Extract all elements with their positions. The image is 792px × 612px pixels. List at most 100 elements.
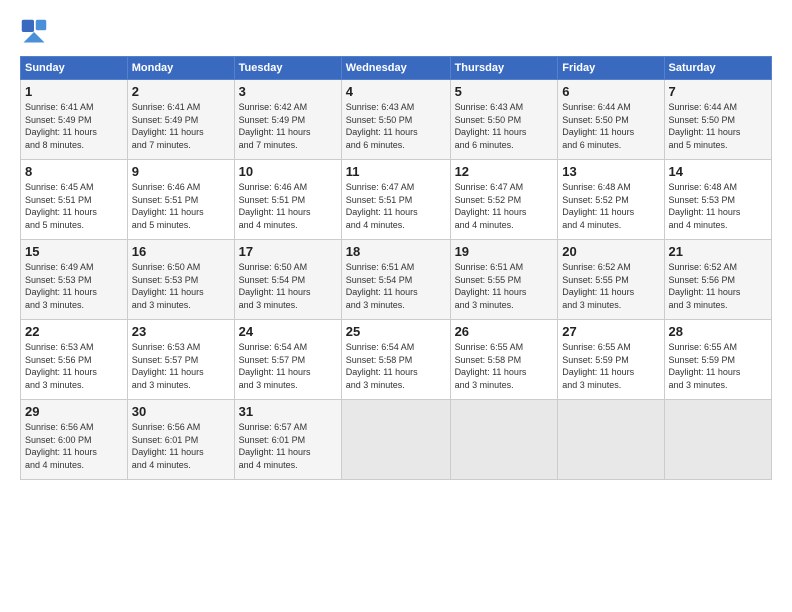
day-info: Sunrise: 6:56 AM Sunset: 6:01 PM Dayligh… [132, 421, 230, 471]
week-row-3: 15 Sunrise: 6:49 AM Sunset: 5:53 PM Dayli… [21, 240, 772, 320]
day-number: 2 [132, 84, 230, 99]
day-info: Sunrise: 6:55 AM Sunset: 5:59 PM Dayligh… [669, 341, 767, 391]
day-number: 14 [669, 164, 767, 179]
weekday-sunday: Sunday [21, 57, 128, 80]
calendar-table: SundayMondayTuesdayWednesdayThursdayFrid… [20, 56, 772, 480]
day-info: Sunrise: 6:52 AM Sunset: 5:56 PM Dayligh… [669, 261, 767, 311]
day-number: 26 [455, 324, 554, 339]
day-number: 30 [132, 404, 230, 419]
day-number: 3 [239, 84, 337, 99]
calendar-cell: 1 Sunrise: 6:41 AM Sunset: 5:49 PM Daylig… [21, 80, 128, 160]
day-info: Sunrise: 6:54 AM Sunset: 5:58 PM Dayligh… [346, 341, 446, 391]
calendar-cell: 19 Sunrise: 6:51 AM Sunset: 5:55 PM Dayli… [450, 240, 558, 320]
day-info: Sunrise: 6:46 AM Sunset: 5:51 PM Dayligh… [239, 181, 337, 231]
calendar-cell: 30 Sunrise: 6:56 AM Sunset: 6:01 PM Dayli… [127, 400, 234, 480]
day-info: Sunrise: 6:52 AM Sunset: 5:55 PM Dayligh… [562, 261, 659, 311]
calendar-cell: 31Sunrise: 6:57 AM Sunset: 6:01 PM Dayli… [234, 400, 341, 480]
logo-icon [20, 18, 48, 46]
day-number: 9 [132, 164, 230, 179]
day-info: Sunrise: 6:51 AM Sunset: 5:55 PM Dayligh… [455, 261, 554, 311]
calendar-cell: 9 Sunrise: 6:46 AM Sunset: 5:51 PM Daylig… [127, 160, 234, 240]
logo [20, 18, 54, 46]
calendar-cell: 14 Sunrise: 6:48 AM Sunset: 5:53 PM Dayli… [664, 160, 771, 240]
calendar-cell: 17 Sunrise: 6:50 AM Sunset: 5:54 PM Dayli… [234, 240, 341, 320]
calendar-cell: 13 Sunrise: 6:48 AM Sunset: 5:52 PM Dayli… [558, 160, 664, 240]
calendar-cell: 16Sunrise: 6:50 AM Sunset: 5:53 PM Dayli… [127, 240, 234, 320]
day-info: Sunrise: 6:57 AM Sunset: 6:01 PM Dayligh… [239, 421, 337, 471]
day-number: 24 [239, 324, 337, 339]
weekday-header-row: SundayMondayTuesdayWednesdayThursdayFrid… [21, 57, 772, 80]
day-number: 28 [669, 324, 767, 339]
day-info: Sunrise: 6:44 AM Sunset: 5:50 PM Dayligh… [562, 101, 659, 151]
calendar-cell: 12 Sunrise: 6:47 AM Sunset: 5:52 PM Dayli… [450, 160, 558, 240]
day-number: 8 [25, 164, 123, 179]
calendar-cell: 7Sunrise: 6:44 AM Sunset: 5:50 PM Daylig… [664, 80, 771, 160]
day-info: Sunrise: 6:42 AM Sunset: 5:49 PM Dayligh… [239, 101, 337, 151]
day-info: Sunrise: 6:54 AM Sunset: 5:57 PM Dayligh… [239, 341, 337, 391]
calendar-cell: 15 Sunrise: 6:49 AM Sunset: 5:53 PM Dayli… [21, 240, 128, 320]
day-info: Sunrise: 6:50 AM Sunset: 5:54 PM Dayligh… [239, 261, 337, 311]
weekday-monday: Monday [127, 57, 234, 80]
day-number: 16 [132, 244, 230, 259]
calendar-cell: 28 Sunrise: 6:55 AM Sunset: 5:59 PM Dayli… [664, 320, 771, 400]
day-info: Sunrise: 6:41 AM Sunset: 5:49 PM Dayligh… [132, 101, 230, 151]
calendar-cell: 21 Sunrise: 6:52 AM Sunset: 5:56 PM Dayli… [664, 240, 771, 320]
calendar-cell: 18Sunrise: 6:51 AM Sunset: 5:54 PM Dayli… [341, 240, 450, 320]
day-info: Sunrise: 6:46 AM Sunset: 5:51 PM Dayligh… [132, 181, 230, 231]
day-info: Sunrise: 6:48 AM Sunset: 5:53 PM Dayligh… [669, 181, 767, 231]
weekday-tuesday: Tuesday [234, 57, 341, 80]
day-number: 4 [346, 84, 446, 99]
day-number: 22 [25, 324, 123, 339]
weekday-wednesday: Wednesday [341, 57, 450, 80]
week-row-5: 29 Sunrise: 6:56 AM Sunset: 6:00 PM Dayli… [21, 400, 772, 480]
day-info: Sunrise: 6:49 AM Sunset: 5:53 PM Dayligh… [25, 261, 123, 311]
day-info: Sunrise: 6:41 AM Sunset: 5:49 PM Dayligh… [25, 101, 123, 151]
calendar-cell: 4 Sunrise: 6:43 AM Sunset: 5:50 PM Daylig… [341, 80, 450, 160]
day-info: Sunrise: 6:47 AM Sunset: 5:51 PM Dayligh… [346, 181, 446, 231]
weekday-friday: Friday [558, 57, 664, 80]
day-number: 21 [669, 244, 767, 259]
day-info: Sunrise: 6:43 AM Sunset: 5:50 PM Dayligh… [455, 101, 554, 151]
calendar-cell: 25Sunrise: 6:54 AM Sunset: 5:58 PM Dayli… [341, 320, 450, 400]
calendar-cell: 11 Sunrise: 6:47 AM Sunset: 5:51 PM Dayli… [341, 160, 450, 240]
header [20, 18, 772, 46]
calendar-cell: 6Sunrise: 6:44 AM Sunset: 5:50 PM Daylig… [558, 80, 664, 160]
day-number: 13 [562, 164, 659, 179]
day-number: 15 [25, 244, 123, 259]
day-number: 12 [455, 164, 554, 179]
calendar-cell: 29 Sunrise: 6:56 AM Sunset: 6:00 PM Dayli… [21, 400, 128, 480]
calendar-cell [558, 400, 664, 480]
week-row-1: 1 Sunrise: 6:41 AM Sunset: 5:49 PM Daylig… [21, 80, 772, 160]
calendar-cell: 22Sunrise: 6:53 AM Sunset: 5:56 PM Dayli… [21, 320, 128, 400]
day-number: 1 [25, 84, 123, 99]
day-number: 5 [455, 84, 554, 99]
day-number: 17 [239, 244, 337, 259]
day-info: Sunrise: 6:55 AM Sunset: 5:59 PM Dayligh… [562, 341, 659, 391]
weekday-saturday: Saturday [664, 57, 771, 80]
calendar-body: 1 Sunrise: 6:41 AM Sunset: 5:49 PM Daylig… [21, 80, 772, 480]
day-info: Sunrise: 6:53 AM Sunset: 5:57 PM Dayligh… [132, 341, 230, 391]
calendar-cell [450, 400, 558, 480]
calendar-cell: 5 Sunrise: 6:43 AM Sunset: 5:50 PM Daylig… [450, 80, 558, 160]
day-number: 19 [455, 244, 554, 259]
day-info: Sunrise: 6:56 AM Sunset: 6:00 PM Dayligh… [25, 421, 123, 471]
day-number: 10 [239, 164, 337, 179]
calendar-cell: 2 Sunrise: 6:41 AM Sunset: 5:49 PM Daylig… [127, 80, 234, 160]
weekday-thursday: Thursday [450, 57, 558, 80]
day-info: Sunrise: 6:51 AM Sunset: 5:54 PM Dayligh… [346, 261, 446, 311]
day-number: 27 [562, 324, 659, 339]
day-number: 20 [562, 244, 659, 259]
day-number: 29 [25, 404, 123, 419]
calendar-cell: 24 Sunrise: 6:54 AM Sunset: 5:57 PM Dayli… [234, 320, 341, 400]
calendar-cell: 8 Sunrise: 6:45 AM Sunset: 5:51 PM Daylig… [21, 160, 128, 240]
calendar-page: SundayMondayTuesdayWednesdayThursdayFrid… [0, 0, 792, 612]
day-number: 11 [346, 164, 446, 179]
calendar-cell: 27 Sunrise: 6:55 AM Sunset: 5:59 PM Dayli… [558, 320, 664, 400]
calendar-cell: 10 Sunrise: 6:46 AM Sunset: 5:51 PM Dayli… [234, 160, 341, 240]
day-info: Sunrise: 6:45 AM Sunset: 5:51 PM Dayligh… [25, 181, 123, 231]
calendar-cell: 20 Sunrise: 6:52 AM Sunset: 5:55 PM Dayli… [558, 240, 664, 320]
day-info: Sunrise: 6:43 AM Sunset: 5:50 PM Dayligh… [346, 101, 446, 151]
day-info: Sunrise: 6:47 AM Sunset: 5:52 PM Dayligh… [455, 181, 554, 231]
day-info: Sunrise: 6:48 AM Sunset: 5:52 PM Dayligh… [562, 181, 659, 231]
calendar-cell: 3 Sunrise: 6:42 AM Sunset: 5:49 PM Daylig… [234, 80, 341, 160]
